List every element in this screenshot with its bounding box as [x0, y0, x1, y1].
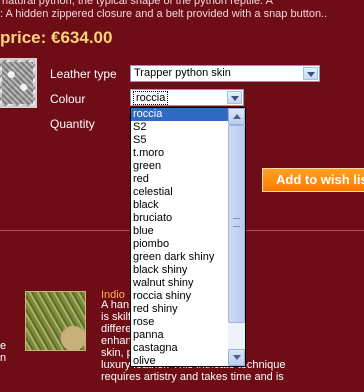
colour-option[interactable]: green: [131, 160, 229, 173]
desc-line: requires artistry and takes time and is: [101, 371, 284, 383]
quantity-label: Quantity: [50, 117, 95, 131]
leather-type-label: Leather type: [50, 67, 117, 81]
leather-type-select[interactable]: Trapper python skin: [130, 65, 320, 82]
colour-option[interactable]: S5: [131, 134, 229, 147]
truncated-text-n: n: [0, 352, 7, 364]
colour-label: Colour: [50, 92, 86, 106]
colour-option[interactable]: red: [131, 173, 229, 186]
colour-option[interactable]: celestial: [131, 186, 229, 199]
colour-option[interactable]: piombo: [131, 238, 229, 251]
chevron-down-icon[interactable]: [303, 67, 318, 80]
product-price: price: €634.00: [0, 28, 113, 47]
colour-option[interactable]: roccia shiny: [131, 290, 229, 303]
scroll-down-icon[interactable]: [228, 349, 245, 366]
add-to-wish-list-button[interactable]: Add to wish list: [262, 168, 364, 192]
leather-type-value: Trapper python skin: [134, 67, 231, 79]
colour-option[interactable]: rose: [131, 316, 229, 329]
colour-option[interactable]: castagna: [131, 342, 229, 355]
colour-option[interactable]: black: [131, 199, 229, 212]
colour-option[interactable]: blue: [131, 225, 229, 238]
colour-option[interactable]: S2: [131, 121, 229, 134]
product-image[interactable]: [25, 291, 86, 351]
description-line-2: : A hidden zippered closure and a belt p…: [0, 8, 328, 20]
colour-value: roccia: [133, 91, 169, 105]
colour-dropdown-list[interactable]: roccia S2 S5 t.moro green red celestial …: [130, 107, 246, 367]
colour-option[interactable]: red shiny: [131, 303, 229, 316]
colour-option[interactable]: green dark shiny: [131, 251, 229, 264]
colour-options: roccia S2 S5 t.moro green red celestial …: [131, 108, 229, 366]
scrollbar-thumb[interactable]: [228, 125, 245, 323]
colour-option[interactable]: panna: [131, 329, 229, 342]
colour-select[interactable]: roccia: [130, 89, 244, 106]
scroll-up-icon[interactable]: [228, 108, 245, 125]
truncated-text-e: e: [0, 340, 7, 352]
colour-option[interactable]: bruciato: [131, 212, 229, 225]
colour-option[interactable]: walnut shiny: [131, 277, 229, 290]
colour-option[interactable]: t.moro: [131, 147, 229, 160]
colour-option[interactable]: olive: [131, 355, 229, 366]
dropdown-scrollbar[interactable]: [228, 108, 245, 366]
product-thumbnail[interactable]: [0, 58, 37, 108]
colour-option[interactable]: roccia: [131, 108, 229, 121]
chevron-down-icon[interactable]: [227, 91, 242, 104]
colour-option[interactable]: black shiny: [131, 264, 229, 277]
